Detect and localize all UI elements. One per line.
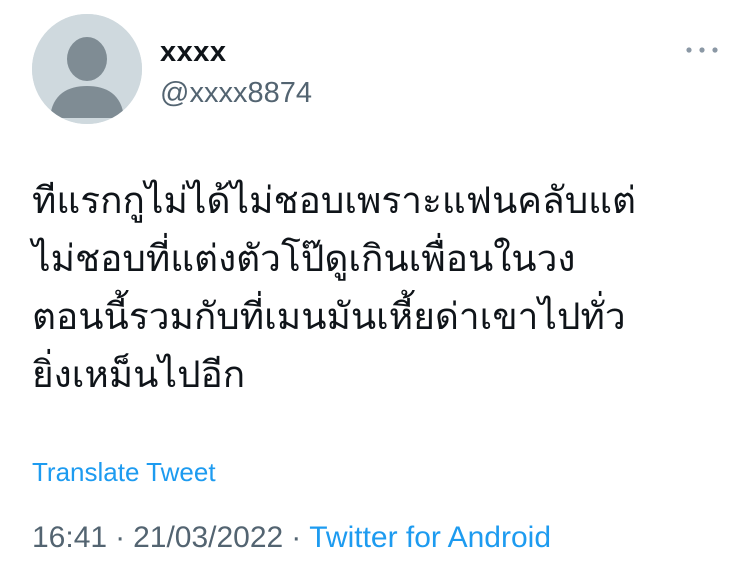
tweet-card: xxxx @xxxx8874 ทีแรกกูไม่ได้ไม่ชอบเพราะแ… (0, 0, 750, 584)
avatar[interactable] (32, 14, 142, 124)
tweet-text-line: ไม่ชอบที่แต่งตัวโป๊ดูเกินเพื่อนในวง (32, 237, 576, 280)
display-name[interactable]: xxxx (160, 34, 227, 70)
more-horizontal-icon[interactable] (684, 40, 720, 60)
tweet-text-line: ยิ่งเหม็นไปอีก (32, 353, 246, 396)
meta-separator: · (115, 521, 126, 554)
default-profile-avatar-icon (32, 14, 142, 124)
translate-tweet-link[interactable]: Translate Tweet (32, 455, 216, 489)
tweet-time[interactable]: 16:41 (32, 521, 107, 554)
tweet-date[interactable]: 21/03/2022 (133, 521, 283, 554)
meta-separator: · (291, 521, 302, 554)
tweet-source-link[interactable]: Twitter for Android (309, 521, 551, 554)
tweet-text-line: ตอนนี้รวมกับที่เมนมันเหี้ยด่าเขาไปทั่ว (32, 295, 626, 338)
tweet-text: ทีแรกกูไม่ได้ไม่ชอบเพราะแฟนคลับแต่ ไม่ชอ… (32, 172, 732, 404)
user-handle[interactable]: @xxxx8874 (160, 75, 312, 111)
tweet-text-line: ทีแรกกูไม่ได้ไม่ชอบเพราะแฟนคลับแต่ (32, 179, 637, 222)
tweet-meta: 16:41 · 21/03/2022 · Twitter for Android (32, 519, 551, 557)
